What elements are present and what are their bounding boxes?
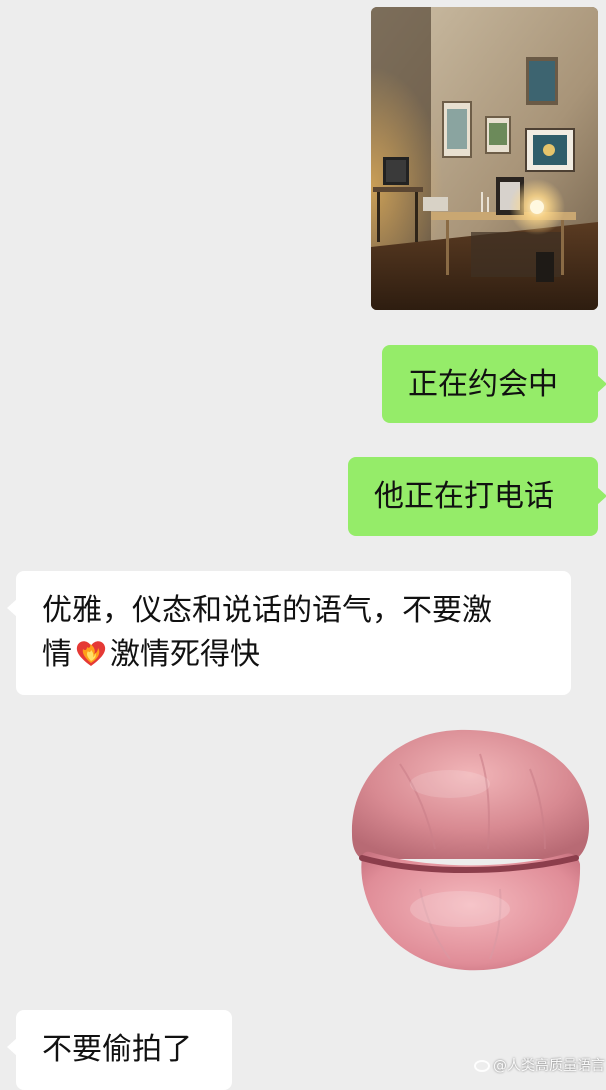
message-bubble-incoming[interactable]: 优雅，仪态和说话的语气，不要激 情 激情死得快	[7, 571, 571, 695]
lips-sticker-image	[351, 729, 590, 971]
message-text-line: 情 激情死得快	[42, 633, 545, 683]
room-photo-image	[371, 7, 598, 310]
message-bubble-outgoing[interactable]: 他正在打电话	[348, 457, 606, 536]
heart-on-fire-icon	[74, 636, 108, 683]
message-text: 他正在打电话	[374, 479, 554, 514]
watermark: @人类高质量语言	[474, 1055, 605, 1075]
message-bubble-outgoing[interactable]: 正在约会中	[382, 345, 606, 423]
watermark-text: @人类高质量语言	[493, 1058, 605, 1074]
room-photo-message[interactable]	[371, 7, 598, 310]
message-text-line: 优雅，仪态和说话的语气，不要激	[42, 593, 492, 628]
message-bubble-incoming[interactable]: 不要偷拍了	[7, 1010, 232, 1090]
message-text: 不要偷拍了	[42, 1032, 192, 1067]
chat-window: 正在约会中 他正在打电话 优雅，仪态和说话的语气，不要激 情 激情死得快 不要偷…	[0, 0, 606, 1090]
message-text: 激情死得快	[110, 637, 260, 672]
lips-sticker[interactable]	[340, 724, 592, 974]
message-text: 正在约会中	[408, 367, 558, 402]
message-text: 情	[42, 637, 72, 672]
weibo-icon	[474, 1060, 490, 1072]
